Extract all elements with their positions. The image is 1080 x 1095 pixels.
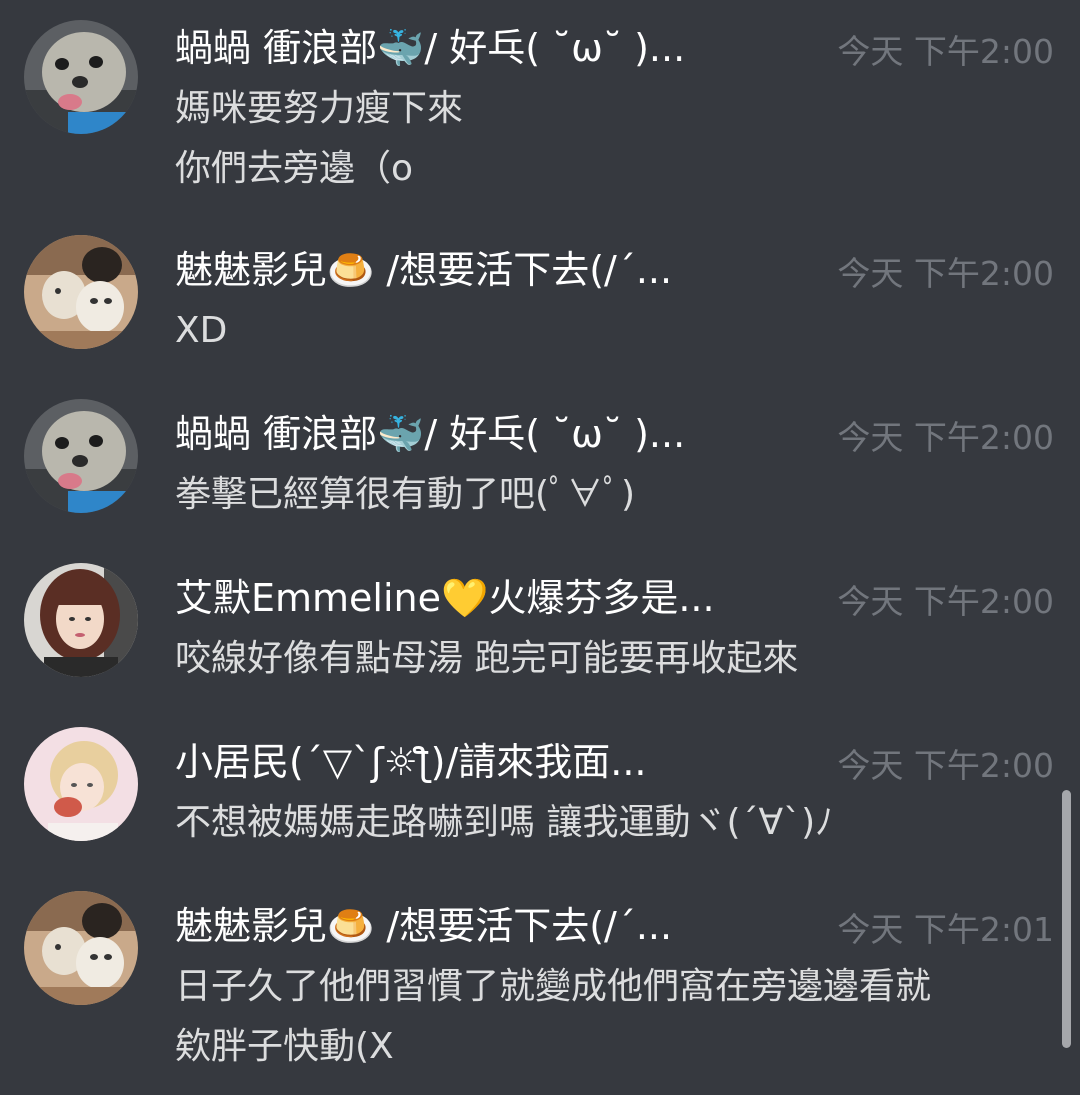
username[interactable]: 小居民(´▽`ʃ☼ƪ)/請來我面... (175, 734, 815, 790)
timestamp: 今天 下午2:00 (837, 418, 1054, 457)
timestamp: 今天 下午2:00 (837, 254, 1054, 293)
message-text: 不想被媽媽走路嚇到嗎 讓我運動ヾ(´∀`)ﾉ (175, 802, 834, 843)
message-text: 拳擊已經算很有動了吧(ﾟ∀ﾟ) (175, 474, 636, 515)
message-text: 咬線好像有點母湯 跑完可能要再收起來 (175, 638, 799, 679)
girl-avatar-icon[interactable] (24, 563, 138, 677)
username[interactable]: 魅魅影兒🍮 /想要活下去(/´... (175, 898, 815, 954)
blonde-avatar-icon[interactable] (24, 727, 138, 841)
message-text: 日子久了他們習慣了就變成他們窩在旁邊邊看就 (175, 966, 932, 1007)
message-text: 欸胖子快動(X (175, 1026, 394, 1067)
username[interactable]: 艾默Emmeline💛火爆芬多是... (175, 570, 815, 626)
message-text: 你們去旁邊（o (175, 148, 414, 189)
timestamp: 今天 下午2:00 (837, 32, 1054, 71)
timestamp: 今天 下午2:00 (837, 582, 1054, 621)
message-text: XD (175, 310, 228, 351)
username[interactable]: 蝸蝸 衝浪部🐳/ 好乓( ˘ω˘ )... (175, 406, 815, 462)
cats-avatar-icon[interactable] (24, 891, 138, 1005)
scrollbar-thumb[interactable] (1062, 790, 1071, 1048)
username[interactable]: 魅魅影兒🍮 /想要活下去(/´... (175, 242, 815, 298)
username[interactable]: 蝸蝸 衝浪部🐳/ 好乓( ˘ω˘ )... (175, 20, 815, 76)
timestamp: 今天 下午2:01 (837, 910, 1054, 949)
cats-avatar-icon[interactable] (24, 235, 138, 349)
message-list: 蝸蝸 衝浪部🐳/ 好乓( ˘ω˘ )... 今天 下午2:00 媽咪要努力瘦下來… (0, 0, 1080, 1095)
timestamp: 今天 下午2:00 (837, 746, 1054, 785)
dog-avatar-icon[interactable] (24, 20, 138, 134)
dog-avatar-icon[interactable] (24, 399, 138, 513)
message-text: 媽咪要努力瘦下來 (175, 88, 464, 129)
